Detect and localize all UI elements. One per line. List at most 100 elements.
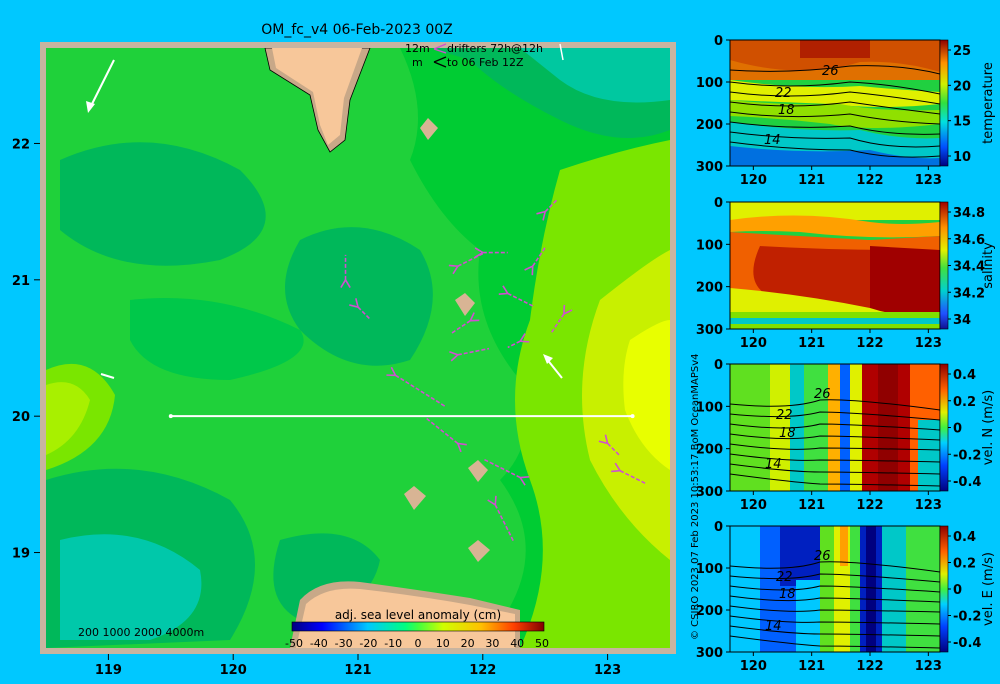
vele-contour-label-14: 14 bbox=[765, 619, 782, 634]
colorbar-title: temperature bbox=[981, 62, 996, 144]
colorbar-tick-label: -0.2 bbox=[953, 448, 981, 463]
depth-contour-legend: 200 1000 2000 4000m bbox=[78, 626, 204, 639]
map-y-tick-label: 19 bbox=[12, 547, 30, 562]
colorbar-tick-label: -30 bbox=[335, 637, 353, 650]
section-x-tick-label: 120 bbox=[740, 173, 767, 188]
map-x-axis: 119 120 121 122 123 bbox=[95, 654, 621, 678]
vel-n-section-panel: 26 22 18 14 120 121 122 12301002003000.40.2… bbox=[696, 358, 996, 513]
colorbar-tick-label: 20 bbox=[953, 79, 971, 94]
section-y-tick-label: 200 bbox=[696, 281, 723, 296]
map-y-tick-label: 20 bbox=[12, 410, 30, 425]
colorbar-tick-label: 0 bbox=[953, 422, 962, 437]
colorbar-tick-label: 0.4 bbox=[953, 368, 976, 383]
temp-contour-label-22: 22 bbox=[775, 86, 792, 101]
section-x-tick-label: 121 bbox=[798, 659, 825, 674]
temp-contour-label-26: 26 bbox=[822, 64, 839, 79]
temperature-colorbar bbox=[939, 39, 949, 167]
temp-contour-label-18: 18 bbox=[778, 103, 795, 118]
temp-contour-label-14: 14 bbox=[764, 133, 781, 148]
colorbar-ticks: -50 -40 -30 -20 -10 0 10 20 30 40 50 bbox=[285, 637, 549, 650]
map-x-tick-label: 121 bbox=[344, 663, 371, 678]
section-y-tick-label: 0 bbox=[714, 520, 723, 535]
map-y-axis: 22 21 20 19 bbox=[12, 137, 40, 562]
colorbar-tick-label: -20 bbox=[359, 637, 377, 650]
section-x-tick-label: 122 bbox=[856, 173, 883, 188]
copyright-caption: © CSIRO 2023 07 Feb 2023 10:53:17 BoM Oc… bbox=[690, 354, 701, 641]
salinity-section-panel: 120 121 122 123010020030034.834.634.434.234… bbox=[696, 196, 996, 351]
colorbar-tick-label: -10 bbox=[384, 637, 402, 650]
section-x-tick-label: 123 bbox=[915, 659, 942, 674]
colorbar-gradient bbox=[291, 621, 545, 632]
colorbar-tick-label: 0 bbox=[953, 583, 962, 598]
section-x-tick-label: 121 bbox=[798, 336, 825, 351]
colorbar-tick-label: 0.2 bbox=[953, 557, 976, 572]
colorbar-tick-label: -40 bbox=[310, 637, 328, 650]
vel-e-section-panel: 26 22 18 14 120 121 122 12301002003000.40.2… bbox=[696, 520, 996, 674]
section-y-tick-label: 300 bbox=[696, 323, 723, 338]
vel-n-colorbar bbox=[939, 363, 949, 492]
drifter-legend-depth: 12m bbox=[405, 42, 430, 55]
section-x-tick-label: 123 bbox=[915, 173, 942, 188]
section-x-tick-label: 122 bbox=[856, 659, 883, 674]
colorbar-tick-label: -50 bbox=[285, 637, 303, 650]
vele-contour-label-26: 26 bbox=[814, 549, 831, 564]
colorbar-tick-label: 0.2 bbox=[953, 395, 976, 410]
section-start-marker bbox=[168, 414, 173, 419]
veln-contour-label-14: 14 bbox=[765, 457, 782, 472]
colorbar-tick-label: -0.4 bbox=[953, 475, 981, 490]
colorbar-tick-label: 15 bbox=[953, 115, 971, 130]
section-y-tick-label: 0 bbox=[714, 34, 723, 49]
colorbar-tick-label: 25 bbox=[953, 44, 971, 59]
colorbar-tick-label: 0 bbox=[415, 637, 422, 650]
section-x-tick-label: 121 bbox=[798, 498, 825, 513]
veln-contour-label-22: 22 bbox=[776, 408, 793, 423]
chart-title: OM_fc_v4 06-Feb-2023 00Z bbox=[261, 22, 453, 38]
map-y-tick-label: 22 bbox=[12, 137, 30, 152]
vel-e-colorbar bbox=[939, 525, 949, 653]
salinity-colorbar bbox=[939, 201, 949, 330]
veln-contour-label-18: 18 bbox=[779, 426, 796, 441]
map-x-tick-label: 123 bbox=[594, 663, 621, 678]
colorbar-title: vel. E (m/s) bbox=[981, 552, 996, 626]
map-panel: 119 120 121 122 123 22 21 20 19 12m drifters 72… bbox=[12, 42, 676, 678]
map-x-tick-label: 120 bbox=[220, 663, 247, 678]
section-y-tick-label: 0 bbox=[714, 196, 723, 211]
section-x-tick-label: 121 bbox=[798, 173, 825, 188]
colorbar-tick-label: -0.4 bbox=[953, 636, 981, 651]
colorbar-tick-label: 50 bbox=[535, 637, 549, 650]
temperature-section-panel: 26 22 18 14 120 121 122 123 0 100 200 300 25 20 15… bbox=[696, 34, 996, 188]
section-x-tick-label: 122 bbox=[856, 498, 883, 513]
veln-contour-label-26: 26 bbox=[814, 387, 831, 402]
section-end-marker bbox=[630, 414, 635, 419]
section-x-tick-label: 120 bbox=[740, 498, 767, 513]
colorbar-tick-label: 34 bbox=[953, 313, 971, 328]
map-y-tick-label: 21 bbox=[12, 274, 30, 289]
colorbar-tick-label: 40 bbox=[510, 637, 524, 650]
colorbar-tick-label: 0.4 bbox=[953, 530, 976, 545]
colorbar-tick-label: 30 bbox=[485, 637, 499, 650]
map-x-tick-label: 122 bbox=[469, 663, 496, 678]
colorbar-tick-label: 20 bbox=[461, 637, 475, 650]
drifter-legend-time: to 06 Feb 12Z bbox=[447, 56, 524, 69]
colorbar-label: adj. sea level anomaly (cm) bbox=[335, 608, 501, 622]
section-y-tick-label: 0 bbox=[714, 358, 723, 373]
figure-canvas: OM_fc_v4 06-Feb-2023 00Z 119 120 121 122… bbox=[12, 22, 996, 678]
section-y-tick-label: 200 bbox=[696, 118, 723, 133]
section-x-tick-label: 122 bbox=[856, 336, 883, 351]
vele-contour-label-22: 22 bbox=[776, 570, 793, 585]
section-y-tick-label: 100 bbox=[696, 76, 723, 91]
colorbar-tick-label: 10 bbox=[436, 637, 450, 650]
section-y-tick-label: 300 bbox=[696, 646, 723, 661]
section-x-tick-label: 120 bbox=[740, 659, 767, 674]
map-field bbox=[46, 48, 670, 648]
colorbar-tick-label: 34.8 bbox=[953, 206, 985, 221]
drifter-legend-title: drifters 72h@12h bbox=[447, 42, 543, 55]
vele-contour-label-18: 18 bbox=[779, 587, 796, 602]
colorbar-tick-label: 10 bbox=[953, 150, 971, 165]
section-x-tick-label: 123 bbox=[915, 498, 942, 513]
section-x-tick-label: 123 bbox=[915, 336, 942, 351]
drifter-legend-unit: m bbox=[412, 56, 423, 69]
section-y-tick-label: 100 bbox=[696, 238, 723, 253]
colorbar-tick-label: -0.2 bbox=[953, 610, 981, 625]
section-y-tick-label: 300 bbox=[696, 160, 723, 175]
